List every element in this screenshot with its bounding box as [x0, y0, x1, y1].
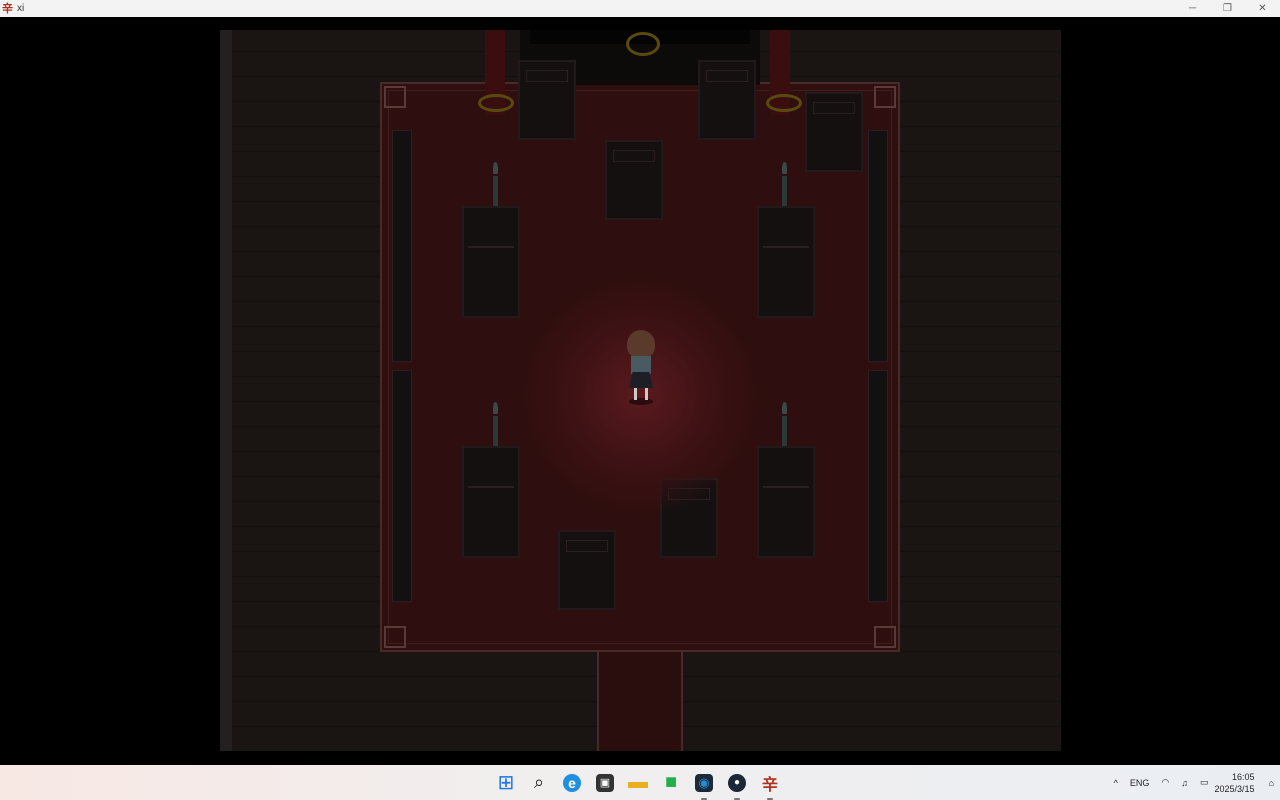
candle	[491, 162, 499, 206]
language-indicator[interactable]: ENG	[1130, 778, 1150, 788]
clock-time: 16:05	[1232, 771, 1255, 782]
window-titlebar: 辛 xi ─ ❐ ✕	[0, 0, 1280, 17]
taskbar-apps: ⊞ ⌕ e ▣ ▬ ■ ◉ ● 辛	[494, 765, 782, 800]
candle	[491, 402, 499, 446]
left-wall	[220, 30, 232, 751]
start-icon[interactable]: ⊞	[494, 771, 518, 795]
carpet-corner-ornament	[874, 86, 896, 108]
notification-bell-icon[interactable]: ⌂	[1269, 778, 1274, 788]
game-canvas-area[interactable]	[0, 17, 1280, 765]
carpet-corner-ornament	[384, 86, 406, 108]
file-explorer-icon[interactable]: ▬	[626, 771, 650, 795]
photo-app-glyph: ◉	[695, 773, 713, 792]
wifi-icon[interactable]: ◠	[1161, 777, 1169, 788]
wall-panel	[868, 370, 888, 602]
window-controls: ─ ❐ ✕	[1175, 0, 1280, 17]
chat-app-glyph: ■	[664, 771, 678, 793]
system-tray: ^ ENG ◠ ♫ ▭ 16:05 2025/3/15 ⌂	[1108, 765, 1280, 800]
side-table	[462, 206, 520, 318]
taskbar: ⊞ ⌕ e ▣ ▬ ■ ◉ ● 辛 ^ ENG ◠ ♫ ▭ 16:05 2025…	[0, 765, 1280, 800]
window-title: xi	[17, 3, 25, 14]
wall-panel	[392, 130, 412, 362]
player-skirt	[629, 372, 653, 388]
edge-icon[interactable]: e	[560, 771, 584, 795]
candle	[780, 162, 788, 206]
app-box-icon[interactable]: ▣	[593, 771, 617, 795]
restore-button[interactable]: ❐	[1210, 0, 1245, 17]
player-character	[624, 330, 658, 406]
clock[interactable]: 16:05 2025/3/15	[1215, 771, 1255, 795]
carpet-corner-ornament	[874, 626, 896, 648]
photo-app-icon[interactable]: ◉	[692, 771, 716, 800]
chair	[518, 60, 576, 140]
side-table	[757, 206, 815, 318]
player-body	[631, 356, 651, 374]
chevron-up-icon[interactable]: ^	[1114, 778, 1118, 788]
search-icon[interactable]: ⌕	[527, 771, 551, 795]
wall-panel	[868, 130, 888, 362]
edge-glyph: e	[563, 773, 581, 792]
chair	[805, 92, 863, 172]
app-icon: 辛	[2, 2, 13, 15]
pillar-gold-ring	[766, 94, 802, 112]
carpet-runner	[597, 652, 683, 751]
carpet-corner-ornament	[384, 626, 406, 648]
pillar-gold-ring	[478, 94, 514, 112]
game-xi-icon[interactable]: 辛	[758, 771, 782, 800]
file-explorer-glyph: ▬	[628, 771, 648, 793]
chair	[698, 60, 756, 140]
player-hair	[627, 330, 655, 358]
app-box-glyph: ▣	[596, 773, 614, 792]
battery-icon[interactable]: ▭	[1200, 777, 1209, 788]
minimize-button[interactable]: ─	[1175, 0, 1210, 17]
start-glyph: ⊞	[497, 772, 515, 794]
steam-glyph: ●	[728, 773, 746, 792]
chat-app-icon[interactable]: ■	[659, 771, 683, 795]
chair	[605, 140, 663, 220]
side-table	[462, 446, 520, 558]
close-button[interactable]: ✕	[1245, 0, 1280, 17]
search-glyph: ⌕	[533, 772, 545, 792]
game-xi-glyph: 辛	[761, 776, 778, 794]
player-legs	[634, 388, 648, 400]
wall-panel	[392, 370, 412, 602]
candle	[780, 402, 788, 446]
clock-date: 2025/3/15	[1214, 783, 1255, 794]
volume-icon[interactable]: ♫	[1181, 778, 1188, 788]
game-viewport[interactable]	[220, 30, 1061, 751]
side-table	[757, 446, 815, 558]
gold-offering	[626, 32, 660, 56]
chair	[558, 530, 616, 610]
steam-icon[interactable]: ●	[725, 771, 749, 800]
